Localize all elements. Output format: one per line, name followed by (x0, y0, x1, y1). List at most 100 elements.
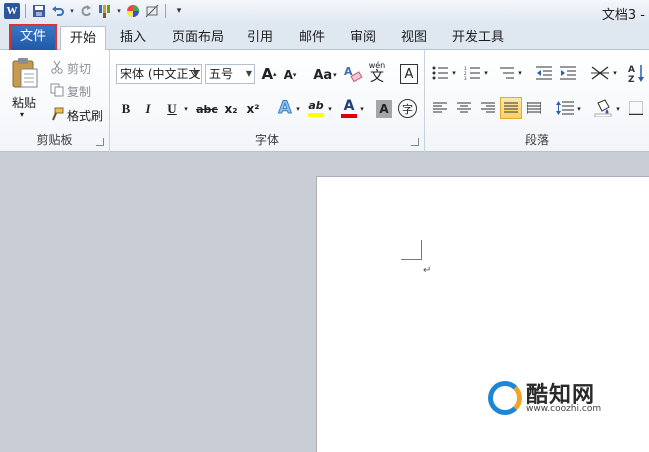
font-group-label: 字体 (254, 133, 279, 147)
paragraph-group-label: 段落 (524, 133, 549, 147)
paste-dropdown-icon[interactable]: ▾ (20, 110, 24, 119)
tab-mailings[interactable]: 邮件 (292, 26, 332, 50)
text-effects-dropdown-icon[interactable]: ▾ (294, 103, 302, 115)
font-size-dropdown-icon[interactable]: ▼ (246, 65, 252, 83)
svg-text:3: 3 (464, 76, 467, 80)
redo-icon[interactable] (78, 3, 94, 19)
paste-icon[interactable] (10, 56, 40, 90)
font-dialog-launcher[interactable] (411, 138, 419, 146)
clipboard-dialog-launcher[interactable] (96, 138, 104, 146)
svg-text:A: A (628, 65, 635, 75)
save-icon[interactable] (31, 3, 47, 19)
shading-dropdown-icon[interactable]: ▾ (614, 103, 622, 115)
svg-text:Z: Z (628, 75, 635, 83)
shading-icon[interactable] (593, 97, 613, 119)
tab-view[interactable]: 视图 (394, 26, 434, 50)
phonetic-guide-icon[interactable]: wén 文 (366, 60, 388, 86)
underline-icon[interactable]: U (164, 100, 180, 118)
change-case-icon[interactable]: Aa ▾ (312, 65, 338, 85)
tab-page-layout[interactable]: 页面布局 (164, 26, 232, 50)
undo-icon[interactable] (50, 3, 66, 19)
word-app-icon[interactable]: W (4, 3, 20, 19)
character-shading-icon[interactable]: A (376, 100, 392, 118)
font-color-icon[interactable]: A (340, 97, 358, 119)
cut-button-label[interactable]: 剪切 (67, 60, 91, 77)
tab-developer[interactable]: 开发工具 (446, 26, 510, 50)
margin-crop-mark-horizontal (401, 259, 422, 260)
font-name-combo[interactable]: 宋体 (中文正文 ▼ (116, 64, 202, 84)
margin-crop-mark-vertical (421, 240, 422, 260)
ribbon-tab-bar: 文件 开始 插入 页面布局 引用 邮件 审阅 视图 开发工具 (0, 24, 649, 51)
highlight-dropdown-icon[interactable]: ▾ (326, 103, 334, 115)
qat-separator-2 (165, 4, 166, 18)
watermark-logo-icon (488, 381, 522, 415)
justify-icon[interactable] (500, 97, 522, 119)
numbering-icon[interactable]: 123 (463, 64, 481, 82)
watermark-url: www.coozhi.com (526, 404, 602, 414)
character-border-icon[interactable]: A (400, 64, 418, 84)
tab-file[interactable]: 文件 (10, 25, 56, 50)
italic-icon[interactable]: I (140, 100, 156, 118)
font-name-dropdown-icon[interactable]: ▼ (193, 65, 199, 83)
numbering-dropdown-icon[interactable]: ▾ (482, 67, 490, 79)
font-name-value: 宋体 (中文正文 (120, 67, 201, 81)
clear-formatting-icon[interactable]: A (343, 62, 363, 84)
qat-separator (25, 4, 26, 18)
clipboard-group-label: 剪贴板 (36, 133, 73, 147)
underline-dropdown-icon[interactable]: ▾ (182, 103, 190, 115)
align-right-icon[interactable] (479, 99, 497, 117)
site-watermark: 酷知网 www.coozhi.com (488, 375, 638, 425)
font-color-dropdown-icon[interactable]: ▾ (358, 103, 366, 115)
format-painter-label[interactable]: 格式刷 (67, 107, 103, 124)
borders-icon[interactable] (627, 99, 645, 117)
tab-review[interactable]: 审阅 (343, 26, 383, 50)
chinese-layout-icon[interactable] (589, 63, 611, 83)
highlight-color-icon[interactable]: ab (306, 97, 326, 119)
paragraph-group: ▾ 123 ▾ ▾ ▾ AZ ▾ ▾ 段落 (425, 50, 649, 152)
document-title: 文档3 - (601, 8, 645, 23)
ribbon: 粘贴 ▾ 剪切 复制 格式刷 剪贴板 宋体 (中文正文 ▼ 五号 ▼ A ▴ A ▾… (0, 50, 649, 152)
bullets-dropdown-icon[interactable]: ▾ (450, 67, 458, 79)
strikethrough-icon[interactable]: abc (196, 100, 218, 118)
paste-button-label[interactable]: 粘贴 (12, 94, 36, 111)
line-spacing-icon[interactable] (555, 99, 575, 117)
text-effects-icon[interactable]: A (276, 98, 294, 119)
font-size-combo[interactable]: 五号 ▼ (205, 64, 255, 84)
cut-icon[interactable] (50, 60, 64, 74)
color-dropdown-icon[interactable]: ▾ (116, 3, 122, 19)
bullets-icon[interactable] (431, 64, 449, 82)
multilevel-dropdown-icon[interactable]: ▾ (516, 67, 524, 79)
shrink-font-icon[interactable]: A ▾ (282, 66, 298, 84)
decrease-indent-icon[interactable] (535, 64, 553, 82)
grow-font-icon[interactable]: A ▴ (260, 64, 278, 84)
line-spacing-dropdown-icon[interactable]: ▾ (575, 103, 583, 115)
clipboard-group: 粘贴 ▾ 剪切 复制 格式刷 剪贴板 (0, 50, 110, 152)
multilevel-list-icon[interactable] (497, 64, 515, 82)
align-center-icon[interactable] (455, 99, 473, 117)
increase-indent-icon[interactable] (559, 64, 577, 82)
enclosed-character-icon[interactable]: 字 (398, 99, 417, 118)
tab-home[interactable]: 开始 (60, 26, 106, 51)
bold-icon[interactable]: B (118, 100, 134, 118)
chinese-layout-dropdown-icon[interactable]: ▾ (611, 67, 619, 79)
customize-qat-icon[interactable]: ▾ (171, 3, 187, 19)
subscript-icon[interactable]: x₂ (222, 100, 240, 118)
undo-dropdown-icon[interactable]: ▾ (69, 3, 75, 19)
title-bar: W ▾ ▾ ▾ 文档3 - (0, 0, 649, 24)
color-wheel-icon[interactable] (125, 3, 141, 19)
superscript-icon[interactable]: x² (244, 100, 262, 118)
align-left-icon[interactable] (431, 99, 449, 117)
tab-references[interactable]: 引用 (240, 26, 280, 50)
font-group: 宋体 (中文正文 ▼ 五号 ▼ A ▴ A ▾ Aa ▾ A wén 文 A B I … (110, 50, 425, 152)
copy-button-label[interactable]: 复制 (67, 83, 91, 100)
sort-icon[interactable]: AZ (627, 62, 647, 84)
distributed-icon[interactable] (525, 99, 543, 117)
no-color-icon[interactable] (144, 3, 160, 19)
quick-access-toolbar: W ▾ ▾ ▾ (4, 3, 187, 19)
paragraph-mark: ↵ (423, 265, 432, 276)
tab-insert[interactable]: 插入 (112, 26, 154, 50)
copy-icon[interactable] (50, 83, 64, 97)
format-painter-icon[interactable] (50, 107, 64, 121)
font-size-value: 五号 (209, 67, 234, 81)
format-painter-qat-icon[interactable] (97, 3, 113, 19)
